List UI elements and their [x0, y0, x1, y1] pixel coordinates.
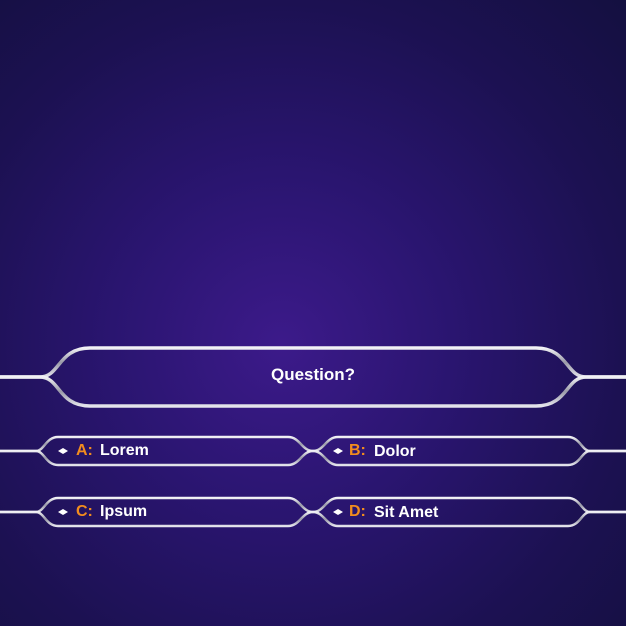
quiz-stage: Question? A: Lorem B: Dolor C: Ipsum D: …: [0, 0, 626, 626]
frame-graphics: [0, 346, 626, 528]
answer-text: Lorem: [100, 442, 149, 459]
answer-letter: A:: [76, 442, 93, 459]
answer-letter: D:: [349, 503, 366, 520]
answer-text: Sit Amet: [374, 504, 439, 521]
answer-text: Dolor: [374, 443, 416, 460]
answer-letter: B:: [349, 442, 366, 459]
answer-option-d[interactable]: D: Sit Amet: [327, 500, 567, 524]
answer-option-b[interactable]: B: Dolor: [327, 439, 567, 463]
question-text[interactable]: Question?: [0, 365, 626, 385]
answer-option-a[interactable]: A: Lorem: [52, 439, 292, 463]
answer-letter: C:: [76, 503, 93, 520]
answer-option-c[interactable]: C: Ipsum: [52, 500, 292, 524]
answer-text: Ipsum: [100, 503, 148, 520]
